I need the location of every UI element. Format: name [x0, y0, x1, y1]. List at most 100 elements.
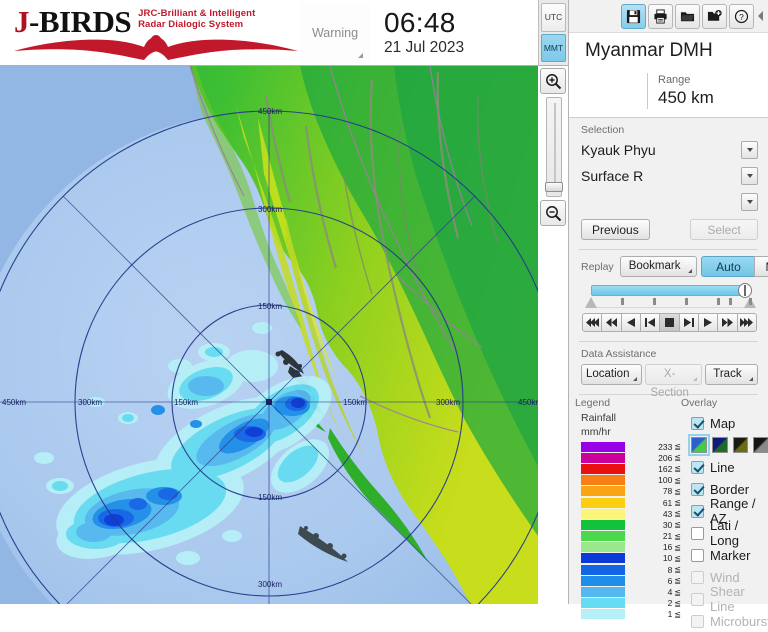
ring-label: 300km [78, 398, 102, 407]
timezone-toggle-group: UTC MMT [538, 0, 568, 66]
legend-operator: ≦ [674, 532, 681, 541]
legend-scale: 233≦206≦162≦100≦78≦61≦43≦30≦21≦16≦10≦8≦6… [575, 441, 681, 620]
clock-display: 06:48 21 Jul 2023 [370, 8, 464, 57]
legend-panel: Legend Rainfall mm/hr 233≦206≦162≦100≦78… [569, 397, 681, 632]
replay-tick [685, 298, 688, 305]
previous-button[interactable]: Previous [581, 219, 650, 240]
legend-row: 8≦ [575, 564, 681, 575]
legend-value: 206 [637, 453, 673, 463]
legend-operator: ≦ [674, 576, 681, 585]
legend-color-swatch [581, 609, 625, 619]
overlay-marker-checkbox[interactable] [691, 549, 704, 562]
overlay-title: Overlay [681, 397, 768, 409]
magnifier-minus-icon[interactable] [540, 200, 566, 226]
ring-label: 150km [258, 302, 282, 311]
legend-operator: ≦ [674, 520, 681, 529]
help-icon[interactable]: ? [729, 4, 754, 29]
open-folder-icon[interactable] [675, 4, 700, 29]
overlay-map-checkbox[interactable] [691, 417, 704, 430]
replay-timeline-slider[interactable] [583, 283, 756, 309]
selection-product-row: Surface R [581, 165, 758, 187]
replay-tick [717, 298, 720, 305]
bookmark-dropdown-button[interactable]: Bookmark [620, 256, 698, 277]
legend-unit-line2: mm/hr [575, 426, 681, 438]
overlay-item-lati-long[interactable]: Lati / Long [681, 522, 768, 544]
legend-value: 1 [637, 609, 673, 619]
overlay-border-checkbox[interactable] [691, 483, 704, 496]
overlay-map-label: Map [710, 416, 735, 431]
theme-dark-blue[interactable] [712, 437, 728, 453]
legend-operator: ≦ [674, 476, 681, 485]
theme-olive[interactable] [733, 437, 749, 453]
svg-text:?: ? [739, 11, 744, 21]
overlay-lati-long-checkbox[interactable] [691, 527, 704, 540]
selection-product-dropdown-arrow-icon[interactable] [741, 167, 758, 185]
track-dropdown-button[interactable]: Track [705, 364, 758, 385]
selection-title: Selection [581, 124, 758, 136]
location-dropdown-button[interactable]: Location [581, 364, 642, 385]
data-assistance-buttons: Location X-Section Track [581, 364, 758, 385]
legend-value: 233 [637, 442, 673, 452]
range-divider [647, 73, 648, 109]
legend-operator: ≦ [674, 588, 681, 597]
legend-operator: ≦ [674, 453, 681, 462]
current-date: 21 Jul 2023 [384, 38, 464, 57]
replay-tick [749, 298, 752, 305]
station-name: Myanmar DMH [569, 32, 768, 69]
zoom-slider-handle[interactable] [545, 182, 563, 192]
legend-operator: ≦ [674, 498, 681, 507]
legend-color-swatch [581, 587, 625, 597]
replay-tick [621, 298, 624, 305]
warning-dropdown-button[interactable]: Warning [300, 2, 370, 64]
selection-third-dropdown-arrow-icon[interactable] [741, 193, 758, 211]
legend-row: 16≦ [575, 542, 681, 553]
overlay-line-checkbox[interactable] [691, 461, 704, 474]
legend-color-swatch [581, 576, 625, 586]
zoom-slider-track[interactable] [546, 97, 562, 197]
theme-gray[interactable] [753, 437, 768, 453]
step-back-icon[interactable] [621, 313, 641, 332]
replay-slider-handle[interactable] [738, 283, 752, 298]
skip-end-icon[interactable] [737, 313, 757, 332]
legend-operator: ≦ [674, 487, 681, 496]
control-panel: ? Myanmar DMH Range 450 km Selection Kya… [568, 0, 768, 604]
logo-subtitle-line2: Radar Dialogic System [138, 19, 243, 30]
magnifier-plus-icon[interactable] [540, 68, 566, 94]
logo-subtitle-line1: JRC-Brilliant & Intelligent [138, 8, 255, 19]
overlay-shear-line-label: Shear Line [710, 584, 768, 614]
map-zoom-control[interactable] [540, 68, 568, 226]
prev-frame-icon[interactable] [640, 313, 660, 332]
legend-row: 30≦ [575, 519, 681, 530]
ring-label: 150km [258, 493, 282, 502]
radar-map-view[interactable]: 450km 300km 150km 150km 300km 450km 450k… [0, 66, 538, 604]
overlay-item-shear-line: Shear Line [681, 588, 768, 610]
play-icon[interactable] [698, 313, 718, 332]
selection-site-dropdown-arrow-icon[interactable] [741, 141, 758, 159]
timezone-utc-button[interactable]: UTC [541, 3, 566, 32]
overlay-range-az-checkbox[interactable] [691, 505, 704, 518]
replay-auto-button[interactable]: Auto [701, 256, 755, 277]
overlay-item-map[interactable]: Map [681, 412, 768, 434]
fast-forward-icon[interactable] [717, 313, 737, 332]
replay-slider-track[interactable] [591, 285, 746, 296]
rewind-icon[interactable] [601, 313, 621, 332]
range-value: 450 km [658, 87, 714, 109]
save-icon[interactable] [621, 4, 646, 29]
legend-row: 1≦ [575, 609, 681, 620]
theme-bright[interactable] [691, 437, 707, 453]
legend-value: 43 [637, 509, 673, 519]
legend-operator: ≦ [674, 610, 681, 619]
overlay-item-line[interactable]: Line [681, 456, 768, 478]
stop-icon[interactable] [659, 313, 679, 332]
next-frame-icon[interactable] [679, 313, 699, 332]
add-folder-icon[interactable] [702, 4, 727, 29]
collapse-panel-arrow-icon[interactable] [756, 4, 766, 29]
timezone-mmt-button[interactable]: MMT [541, 34, 566, 63]
print-icon[interactable] [648, 4, 673, 29]
replay-header: Replay Bookmark Auto Manual [581, 256, 758, 277]
skip-start-icon[interactable] [582, 313, 602, 332]
legend-row: 78≦ [575, 486, 681, 497]
selection-product-value: Surface R [581, 165, 736, 187]
replay-start-marker-icon[interactable] [585, 297, 597, 308]
replay-manual-button[interactable]: Manual [754, 256, 768, 277]
